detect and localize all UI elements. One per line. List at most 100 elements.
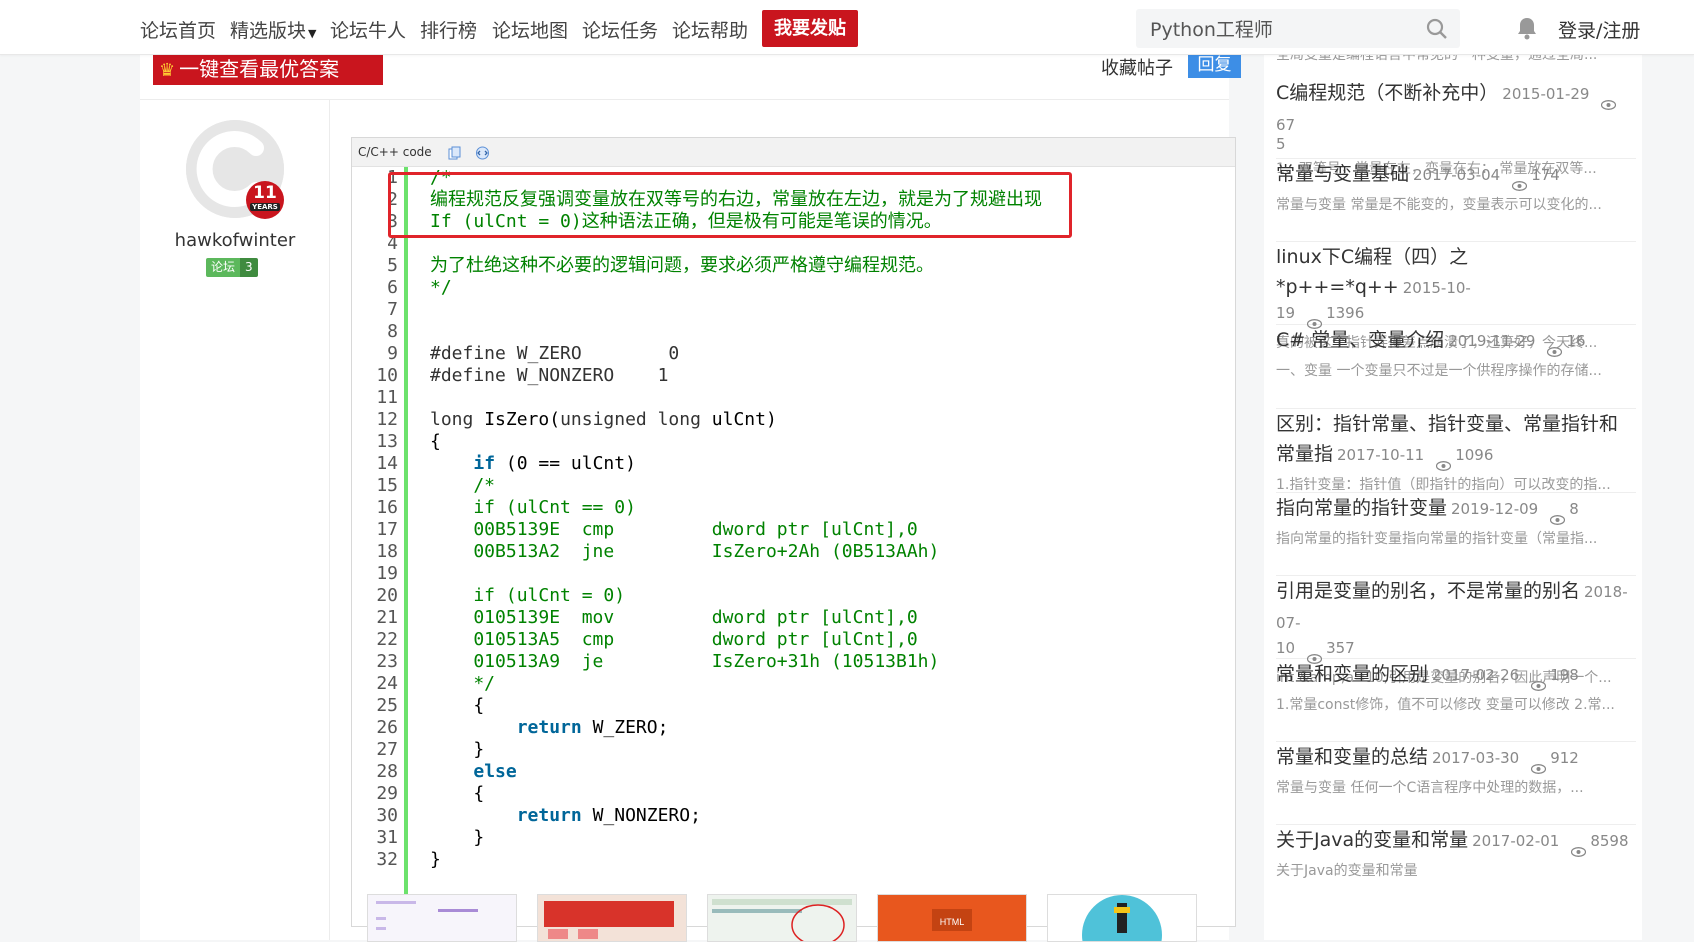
related-item[interactable]: C# 常量、变量介绍 2019-11-29 16 一、变量 一个变量只不过是一个供程序… xyxy=(1276,325,1636,409)
code-line: 为了杜绝这种不必要的逻辑问题，要求必须严格遵守编程规范。 xyxy=(430,255,1042,277)
views-icon xyxy=(1436,450,1452,471)
code-line: 010513A5 cmp dword ptr [ulCnt],0 xyxy=(430,629,1042,651)
thumbnail-image[interactable] xyxy=(367,894,517,942)
copy-icon[interactable] xyxy=(448,146,461,160)
related-item-date: 2017-02-01 xyxy=(1472,832,1560,850)
related-item-title[interactable]: 指向常量的指针变量 xyxy=(1276,497,1447,519)
lighthouse-thumb-icon xyxy=(1048,895,1196,941)
chevron-down-icon: ▼ xyxy=(308,27,317,40)
code-block: C/C++ code 1 2 3 4 5 6 7 8 9 10 11 12 13 14 15 16 17 18 19… xyxy=(351,137,1236,927)
code-line: 010513A9 je IsZero+31h (10513B1h) xyxy=(430,651,1042,673)
code-token: if (ulCnt = 0) xyxy=(430,585,626,606)
thumbnail-image[interactable]: HTML xyxy=(877,894,1027,942)
related-item-snippet: 关于Java的变量和常量 xyxy=(1276,863,1418,879)
code-token: 010513A5 cmp dword ptr [ulCnt],0 xyxy=(430,629,918,650)
code-lines: /* 编程规范反复强调变量放在双等号的右边，常量放在左边，就是为了规避出现 If (… xyxy=(430,167,1042,871)
related-item[interactable]: 常量和变量的区别 2017-02-26 198 1.常量const修饰，值不可以修改 … xyxy=(1276,659,1636,742)
line-number: 17 xyxy=(376,519,398,540)
reply-button[interactable]: 回复 xyxy=(1188,54,1241,78)
code-header: C/C++ code xyxy=(352,138,1235,167)
code-body: 1 2 3 4 5 6 7 8 9 10 11 12 13 14 15 16 17 18 19 20 21 22 23 24 2… xyxy=(352,167,1235,927)
thread-main: ♛ 一键查看最优答案 收藏帖子 回复 11 YEARS hawkofwinter 论… xyxy=(140,54,1241,942)
code-line: #define W_NONZERO 1 xyxy=(430,365,1042,387)
search-icon[interactable] xyxy=(1426,18,1448,40)
related-item-title-line: 常量和变量的总结 2017-03-30 912 xyxy=(1276,742,1636,774)
views-icon xyxy=(1512,170,1528,191)
related-item[interactable]: 常量与变量基础 2017-03-04 174 常量与变量 常量是不能变的，变量表示可以… xyxy=(1276,159,1636,242)
related-item-snippet: 常量与变量 任何一个C语言程序中处理的数据，... xyxy=(1276,780,1584,796)
code-token: } xyxy=(430,739,485,760)
nav-leaderboard[interactable]: 排行榜 xyxy=(420,16,477,43)
line-number: 25 xyxy=(376,695,398,716)
code-line: } xyxy=(430,739,1042,761)
related-item-title[interactable]: 常量和变量的区别 xyxy=(1276,663,1428,685)
related-item[interactable]: 区别：指针常量、指针变量、常量指针和常量指 2017-10-11 1096 1.指针变… xyxy=(1276,409,1636,493)
code-line: { xyxy=(430,695,1042,717)
nav-forum-experts[interactable]: 论坛牛人 xyxy=(330,16,406,43)
screenshot-thumb-icon xyxy=(368,895,516,941)
related-item-date: 2015-10- xyxy=(1402,279,1471,297)
code-line: 00B513A2 jne IsZero+2Ah (0B513AAh) xyxy=(430,541,1042,563)
related-item-title[interactable]: 常量与变量基础 xyxy=(1276,163,1409,185)
view-source-icon[interactable] xyxy=(476,146,490,160)
related-item[interactable]: 关于Java的变量和常量 2017-02-01 8598 关于Java的变量和常量 xyxy=(1276,825,1636,885)
thumbnail-image[interactable] xyxy=(707,894,857,942)
nav-forum-map[interactable]: 论坛地图 xyxy=(492,16,568,43)
nav-forum-home[interactable]: 论坛首页 xyxy=(140,16,216,43)
favorite-thread-link[interactable]: 收藏帖子 xyxy=(1101,54,1173,80)
related-item[interactable]: 引用是变量的别名，不是常量的别名 2018-07- 10 357 int &amp;a=… xyxy=(1276,576,1636,686)
thumbnail-image[interactable] xyxy=(537,894,687,942)
search-input[interactable] xyxy=(1150,16,1410,40)
thumbnail-image[interactable] xyxy=(1047,894,1197,942)
related-item-title-line: linux下C编程（四）之*p++=*q++ 2015-10- xyxy=(1276,242,1636,303)
line-number: 18 xyxy=(376,541,398,562)
bell-icon[interactable] xyxy=(1516,16,1538,40)
line-number: 31 xyxy=(376,827,398,848)
related-item[interactable]: linux下C编程（四）之*p++=*q++ 2015-10- 19 1396 真的被这… xyxy=(1276,242,1636,351)
years-count: 11 xyxy=(253,183,277,203)
nav-featured-sections[interactable]: 精选版块 ▼ xyxy=(230,16,316,43)
related-item-title[interactable]: 常量和变量的总结 xyxy=(1276,746,1428,768)
gutter-bar xyxy=(404,167,408,927)
related-item-date: 2015-01-29 xyxy=(1502,85,1590,103)
related-item-views: 67 xyxy=(1276,116,1296,134)
code-token: return xyxy=(516,717,582,738)
related-item[interactable]: 指向常量的指针变量 2019-12-09 8 指向常量的指针变量指向常量的指针变量（常… xyxy=(1276,493,1636,576)
related-item-snippet: 1.常量const修饰，值不可以修改 变量可以修改 2.常... xyxy=(1276,697,1615,713)
author-name[interactable]: hawkofwinter xyxy=(140,230,330,251)
best-answer-button[interactable]: ♛ 一键查看最优答案 xyxy=(153,54,383,85)
code-token: /* xyxy=(430,475,496,496)
related-item-title[interactable]: 关于Java的变量和常量 xyxy=(1276,829,1468,851)
related-item-views: 174 xyxy=(1531,166,1560,184)
code-line: long IsZero(unsigned long ulCnt) xyxy=(430,409,1042,431)
related-item-title[interactable]: C编程规范（不断补充中） xyxy=(1276,82,1498,104)
related-item[interactable]: C编程规范（不断补充中） 2015-01-2967 5 1、双等号，常量在左，变量在右… xyxy=(1276,78,1636,177)
forum-level-badge: 论坛 3 xyxy=(206,258,258,277)
related-item-title[interactable]: C# 常量、变量介绍 xyxy=(1276,329,1444,351)
line-number: 20 xyxy=(376,585,398,606)
line-number: 28 xyxy=(376,761,398,782)
crown-icon: ♛ xyxy=(159,60,176,81)
code-line: */ xyxy=(430,277,1042,299)
login-register-link[interactable]: 登录/注册 xyxy=(1558,16,1640,43)
code-token: ulCnt) xyxy=(700,409,777,430)
related-item-views: 8598 xyxy=(1590,832,1629,850)
related-item-title[interactable]: 引用是变量的别名，不是常量的别名 xyxy=(1276,580,1580,602)
related-item[interactable]: 常量和变量的总结 2017-03-30 912 常量与变量 任何一个C语言程序中处理的… xyxy=(1276,742,1636,825)
related-item-title-line: 关于Java的变量和常量 2017-02-01 8598 xyxy=(1276,825,1636,857)
code-line: } xyxy=(430,849,1042,871)
new-post-button[interactable]: 我要发贴 xyxy=(762,10,858,47)
code-token: } xyxy=(430,827,485,848)
top-navbar: 论坛首页 精选版块 ▼ 论坛牛人 排行榜 论坛地图 论坛任务 论坛帮助 我要发贴 … xyxy=(0,0,1694,55)
related-item-snippet: 指向常量的指针变量指向常量的指针变量（常量指... xyxy=(1276,531,1598,547)
related-item-date: 2019-12-09 xyxy=(1451,500,1539,518)
nav-forum-tasks[interactable]: 论坛任务 xyxy=(582,16,658,43)
membership-years-badge: 11 YEARS xyxy=(246,181,284,219)
code-language: C/C++ code xyxy=(358,145,432,159)
line-number: 21 xyxy=(376,607,398,628)
code-token: long xyxy=(430,409,474,430)
code-token: (0 == ulCnt) xyxy=(495,453,636,474)
code-token: #define W_ZERO 0 xyxy=(430,343,680,364)
nav-forum-help[interactable]: 论坛帮助 xyxy=(672,16,748,43)
